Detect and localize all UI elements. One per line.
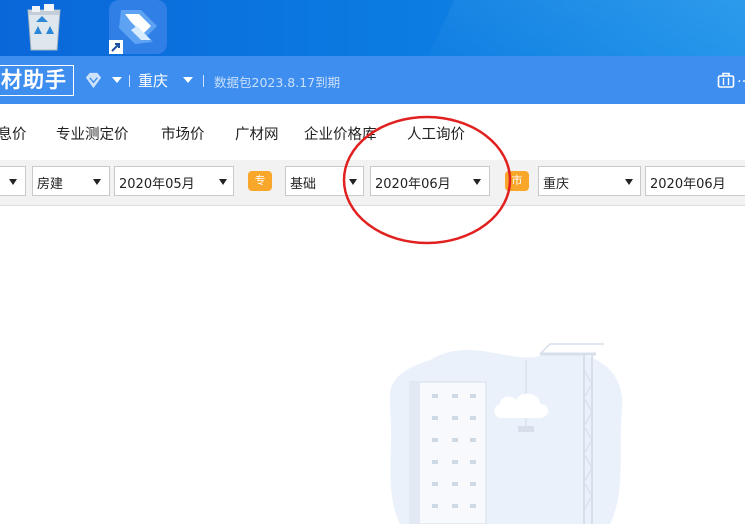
diamond-icon[interactable] (84, 71, 103, 90)
city-tag: 市 (505, 171, 529, 191)
region-selector[interactable]: 重庆 (138, 70, 168, 91)
category-value: 房建 (37, 177, 64, 192)
nav-guangcai-net[interactable]: 广材网 (235, 123, 279, 144)
vip-dropdown-icon[interactable] (112, 77, 122, 83)
nav-professional-price[interactable]: 专业测定价 (56, 123, 129, 144)
chevron-down-icon (219, 179, 227, 185)
filter-bar: 房建 2020年05月 专 基础 2020年06月 市 重庆 2020年06月 (0, 160, 745, 206)
period-1-value: 2020年05月 (119, 177, 195, 192)
chevron-down-icon (9, 179, 17, 185)
chevron-down-icon (93, 179, 101, 185)
period-select-2[interactable]: 2020年06月 (370, 166, 490, 196)
period-2-value: 2020年06月 (375, 177, 451, 192)
nav-info-price[interactable]: 信息价 (0, 123, 27, 144)
chevron-down-icon (349, 179, 357, 185)
divider (203, 75, 204, 87)
title-bar: 材助手 重庆 数据包2023.8.17到期 … (0, 56, 745, 104)
nav-manual-inquiry[interactable]: 人工询价 (407, 123, 465, 144)
recycle-bin-icon[interactable] (22, 2, 66, 52)
period-select-3[interactable]: 2020年06月 (645, 166, 745, 196)
chevron-down-icon (473, 179, 481, 185)
special-tag: 专 (248, 171, 272, 191)
divider (129, 75, 130, 87)
briefcase-icon[interactable] (717, 71, 735, 89)
data-pack-expiry: 数据包2023.8.17到期 (214, 75, 341, 90)
partial-select[interactable] (0, 166, 26, 196)
period-3-value: 2020年06月 (650, 177, 726, 192)
city-select[interactable]: 重庆 (538, 166, 641, 196)
chevron-down-icon (625, 179, 633, 185)
titlebar-overflow: … (737, 70, 745, 86)
specialty-select[interactable]: 基础 (285, 166, 364, 196)
region-dropdown-icon[interactable] (183, 77, 193, 83)
app-shortcut-icon[interactable] (107, 0, 169, 56)
nav-enterprise-price-library[interactable]: 企业价格库 (304, 123, 377, 144)
app-name: 材助手 (0, 65, 74, 96)
desktop-background (0, 0, 745, 56)
category-select[interactable]: 房建 (32, 166, 110, 196)
specialty-value: 基础 (290, 177, 317, 192)
nav-market-price[interactable]: 市场价 (161, 123, 205, 144)
empty-state-illustration (390, 343, 623, 524)
price-type-nav: 信息价 专业测定价 市场价 广材网 企业价格库 人工询价 (0, 104, 745, 160)
period-select-1[interactable]: 2020年05月 (114, 166, 234, 196)
city-value: 重庆 (543, 177, 570, 192)
